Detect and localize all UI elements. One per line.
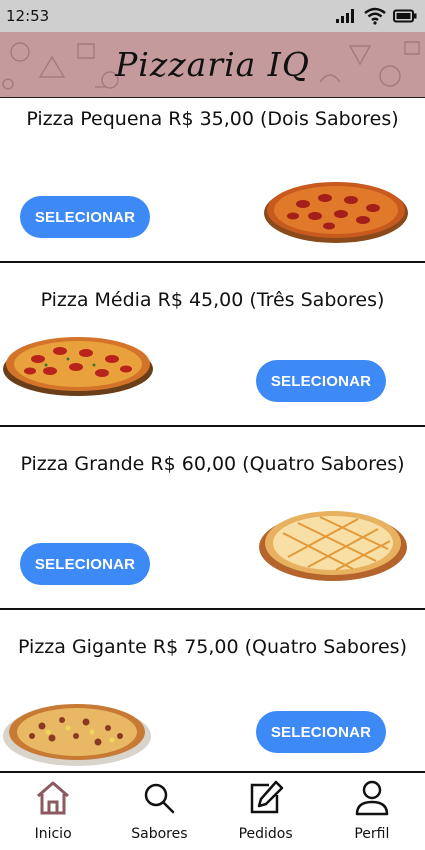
pepperoni-pizza-image — [264, 182, 408, 243]
app-title: Pizzaria IQ — [115, 45, 310, 84]
search-icon — [139, 778, 179, 818]
product-card-grande: Pizza Grande R$ 60,00 (Quatro Sabores) S… — [0, 427, 425, 610]
battery-icon — [393, 9, 417, 23]
pepperoni-pizza-board-image — [3, 337, 153, 396]
wifi-icon — [364, 7, 386, 25]
product-card-gigante: Pizza Gigante R$ 75,00 (Quatro Sabores) … — [0, 610, 425, 771]
lattice-cheese-pizza-image — [259, 511, 407, 581]
select-button[interactable]: SELECIONAR — [256, 711, 386, 753]
nav-label: Sabores — [131, 826, 188, 842]
product-title: Pizza Grande R$ 60,00 (Quatro Sabores) — [20, 453, 405, 475]
bottom-navigation: Inicio Sabores Pedidos Perfil — [0, 771, 425, 850]
nav-label: Inicio — [34, 826, 72, 842]
select-button[interactable]: SELECIONAR — [20, 543, 150, 585]
select-button[interactable]: SELECIONAR — [20, 196, 150, 238]
nav-item-perfil[interactable]: Perfil — [322, 773, 422, 842]
nav-label: Perfil — [354, 826, 390, 842]
product-title: Pizza Gigante R$ 75,00 (Quatro Sabores) — [18, 636, 407, 658]
nav-item-sabores[interactable]: Sabores — [109, 773, 209, 842]
home-icon — [33, 778, 73, 818]
status-icons — [335, 7, 417, 25]
user-icon — [352, 778, 392, 818]
supreme-pizza-image — [3, 704, 151, 766]
nav-label: Pedidos — [238, 826, 293, 842]
nav-item-pedidos[interactable]: Pedidos — [216, 773, 316, 842]
nav-item-inicio[interactable]: Inicio — [3, 773, 103, 842]
product-title: Pizza Pequena R$ 35,00 (Dois Sabores) — [26, 108, 399, 130]
edit-icon — [246, 778, 286, 818]
product-card-pequena: Pizza Pequena R$ 35,00 (Dois Sabores) SE… — [0, 98, 425, 263]
status-time: 12:53 — [6, 7, 50, 25]
status-bar: 12:53 — [0, 0, 425, 32]
select-button[interactable]: SELECIONAR — [256, 360, 386, 402]
product-card-media: Pizza Média R$ 45,00 (Três Sabores) SELE… — [0, 263, 425, 427]
app-header: Pizzaria IQ — [0, 32, 425, 98]
signal-icon — [336, 9, 354, 23]
product-title: Pizza Média R$ 45,00 (Três Sabores) — [40, 289, 385, 311]
